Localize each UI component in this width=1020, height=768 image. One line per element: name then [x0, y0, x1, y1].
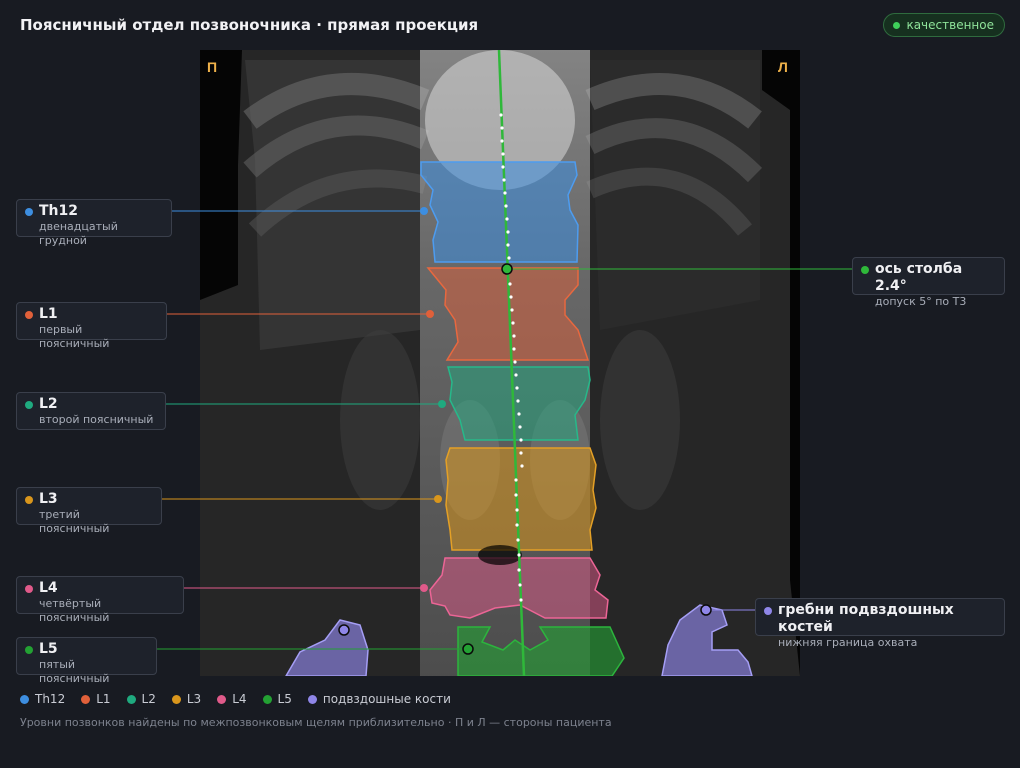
label-l2-sub: второй поясничный	[39, 413, 154, 426]
th12-dot-icon	[25, 208, 33, 216]
legend-item-label: L1	[96, 692, 111, 706]
label-axis-sub: допуск 5° по Т3	[875, 295, 967, 308]
label-iliac-name: гребни подвздошных костей	[778, 602, 954, 635]
label-l3[interactable]: L3 третий поясничный	[16, 487, 162, 535]
label-l2-name: L2	[39, 396, 58, 412]
label-iliac-sub: нижняя граница охвата	[778, 636, 918, 649]
legend-item-l5[interactable]: L5	[262, 692, 292, 706]
legend-iliac-dot-icon	[307, 694, 317, 704]
label-spine-axis[interactable]: ось столба 2.4° допуск 5° по Т3	[852, 257, 1005, 308]
legend-item-label: L4	[232, 692, 247, 706]
iliac-dot-icon	[764, 607, 772, 615]
legend-item-iliac[interactable]: подвздошные кости	[307, 692, 451, 706]
legend-l1-dot-icon	[81, 694, 91, 704]
legend: Th12 L1 L2 L3 L4 L5 подвздошные кости	[20, 692, 451, 706]
l1-dot-icon	[25, 311, 33, 319]
vertebra-th12-overlay[interactable]	[420, 161, 579, 263]
label-th12-sub: двенадцатый грудной	[39, 220, 118, 247]
legend-item-th12[interactable]: Th12	[20, 692, 65, 706]
legend-item-l3[interactable]: L3	[171, 692, 202, 706]
label-iliac-crests[interactable]: гребни подвздошных костей нижняя граница…	[755, 598, 1005, 649]
label-l1-sub: первый поясничный	[39, 323, 110, 350]
label-l5[interactable]: L5 пятый поясничный	[16, 637, 157, 685]
l2-dot-icon	[25, 401, 33, 409]
axis-dot-icon	[861, 266, 869, 274]
label-l4[interactable]: L4 четвёртый поясничный	[16, 576, 184, 624]
legend-item-label: L3	[186, 692, 202, 706]
legend-l5-dot-icon	[262, 694, 272, 704]
legend-l4-dot-icon	[217, 694, 227, 704]
label-l4-name: L4	[39, 580, 58, 596]
l4-dot-icon	[25, 585, 33, 593]
label-th12-name: Th12	[39, 203, 78, 219]
footnote: Уровни позвонков найдены по межпозвонков…	[20, 716, 612, 729]
legend-th12-dot-icon	[20, 694, 29, 704]
label-l3-sub: третий поясничный	[39, 508, 110, 535]
side-marker-left: Л	[778, 59, 788, 75]
label-l4-sub: четвёртый поясничный	[39, 597, 110, 624]
label-l1-name: L1	[39, 306, 58, 322]
side-marker-right: П	[207, 59, 217, 75]
l3-dot-icon	[25, 496, 33, 504]
legend-item-label: L2	[141, 692, 156, 706]
vertebra-l3-overlay[interactable]	[445, 447, 597, 551]
label-l5-sub: пятый поясничный	[39, 658, 110, 685]
l5-dot-icon	[25, 646, 33, 654]
label-axis-name: ось столба 2.4°	[875, 261, 963, 294]
legend-item-l1[interactable]: L1	[81, 692, 111, 706]
legend-item-l4[interactable]: L4	[217, 692, 247, 706]
vertebra-l2-overlay[interactable]	[447, 366, 591, 441]
legend-l2-dot-icon	[126, 694, 136, 704]
label-l1[interactable]: L1 первый поясничный	[16, 302, 167, 350]
label-th12[interactable]: Th12 двенадцатый грудной	[16, 199, 172, 247]
legend-item-label: Th12	[35, 692, 66, 706]
label-l5-name: L5	[39, 641, 58, 657]
legend-item-l2[interactable]: L2	[126, 692, 156, 706]
legend-item-label: L5	[277, 692, 292, 706]
legend-l3-dot-icon	[171, 694, 181, 704]
label-l3-name: L3	[39, 491, 58, 507]
legend-item-label: подвздошные кости	[322, 692, 451, 706]
label-l2[interactable]: L2 второй поясничный	[16, 392, 166, 430]
